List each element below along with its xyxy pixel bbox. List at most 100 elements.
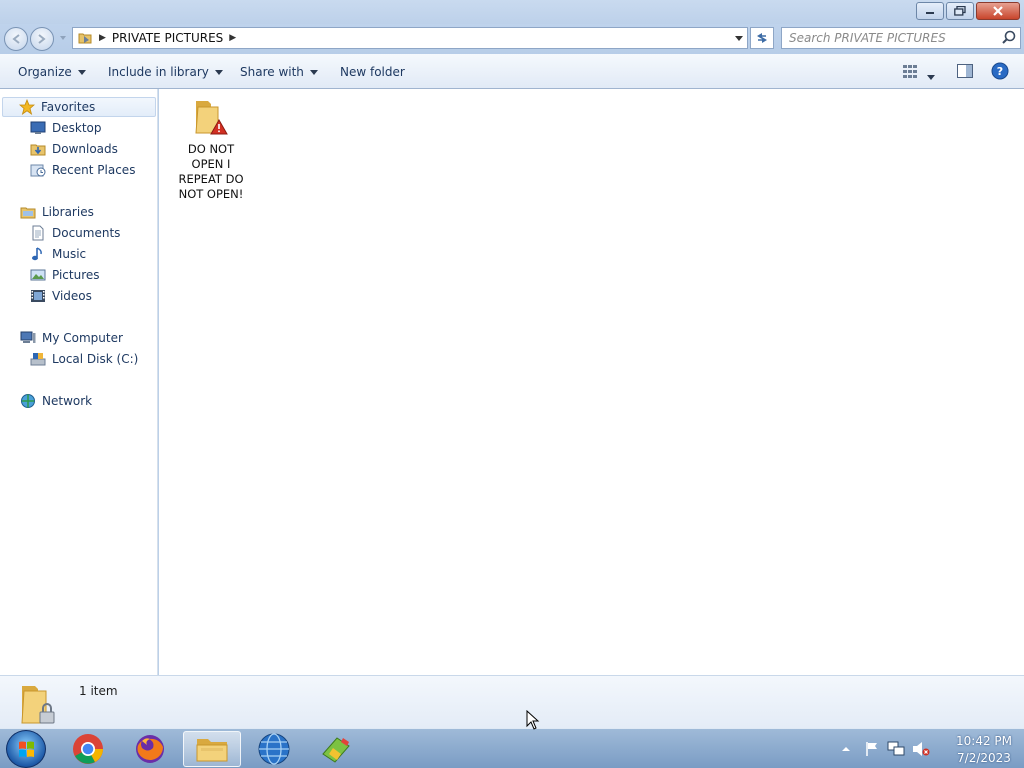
nav-libraries[interactable]: Libraries bbox=[20, 202, 94, 222]
organize-button[interactable]: Organize bbox=[18, 65, 86, 79]
breadcrumb-separator-icon[interactable]: ▶ bbox=[99, 33, 106, 43]
nav-my-computer[interactable]: My Computer bbox=[20, 328, 123, 348]
help-icon: ? bbox=[991, 62, 1009, 80]
search-box[interactable] bbox=[781, 27, 1021, 49]
windows-logo-icon bbox=[19, 741, 34, 757]
taskbar-clock[interactable]: 10:42 PM 7/2/2023 bbox=[954, 733, 1014, 767]
nav-local-disk-label: Local Disk (C:) bbox=[52, 352, 139, 366]
nav-downloads-label: Downloads bbox=[52, 142, 118, 156]
svg-text:?: ? bbox=[997, 65, 1003, 78]
nav-downloads[interactable]: Downloads bbox=[30, 139, 118, 159]
nav-documents-label: Documents bbox=[52, 226, 121, 240]
nav-favorites[interactable]: Favorites bbox=[2, 97, 156, 117]
nav-recent-places[interactable]: Recent Places bbox=[30, 160, 135, 180]
restore-button[interactable] bbox=[946, 2, 974, 20]
forward-arrow-icon bbox=[38, 34, 46, 44]
preview-pane-button[interactable] bbox=[956, 62, 974, 83]
libraries-icon bbox=[20, 204, 36, 220]
back-arrow-icon bbox=[12, 34, 20, 44]
chevron-down-icon bbox=[214, 69, 223, 75]
network-status-icon[interactable] bbox=[887, 741, 905, 757]
refresh-button[interactable] bbox=[750, 27, 774, 49]
music-icon bbox=[30, 246, 46, 262]
back-button[interactable] bbox=[4, 27, 28, 51]
action-center-flag-icon[interactable] bbox=[864, 741, 880, 757]
documents-icon bbox=[30, 225, 46, 241]
star-icon bbox=[18, 98, 36, 115]
nav-pictures[interactable]: Pictures bbox=[30, 265, 100, 285]
change-view-button[interactable] bbox=[901, 62, 919, 83]
item-count: 1 item bbox=[79, 684, 118, 698]
preview-pane-icon bbox=[957, 64, 973, 78]
desktop-icon bbox=[30, 120, 46, 136]
breadcrumb-separator-icon[interactable]: ▶ bbox=[229, 33, 236, 43]
refresh-icon bbox=[757, 33, 767, 43]
taskbar-chrome[interactable] bbox=[59, 731, 117, 767]
search-icon[interactable] bbox=[998, 28, 1020, 48]
file-list-area[interactable]: DO NOT OPEN I REPEAT DO NOT OPEN! bbox=[159, 89, 1024, 675]
minimize-icon bbox=[926, 12, 934, 14]
share-with-label: Share with bbox=[240, 65, 304, 79]
mouse-cursor-icon bbox=[526, 710, 540, 730]
nav-network[interactable]: Network bbox=[20, 391, 92, 411]
organize-label: Organize bbox=[18, 65, 72, 79]
help-button[interactable]: ? bbox=[991, 62, 1009, 83]
show-hidden-icons-icon[interactable] bbox=[839, 742, 853, 756]
globe-icon bbox=[258, 733, 290, 765]
search-input[interactable] bbox=[782, 31, 998, 45]
chevron-down-icon bbox=[927, 75, 935, 80]
caption-buttons bbox=[916, 2, 1020, 20]
share-with-button[interactable]: Share with bbox=[240, 65, 318, 79]
nav-desktop[interactable]: Desktop bbox=[30, 118, 102, 138]
nav-music[interactable]: Music bbox=[30, 244, 86, 264]
taskbar-file-explorer[interactable] bbox=[183, 731, 241, 767]
forward-button[interactable] bbox=[30, 27, 54, 51]
chevron-down-icon bbox=[77, 69, 86, 75]
taskbar-globe[interactable] bbox=[245, 731, 303, 767]
folder-name: DO NOT OPEN I REPEAT DO NOT OPEN! bbox=[178, 142, 244, 201]
nav-network-label: Network bbox=[42, 394, 93, 408]
nav-music-label: Music bbox=[52, 247, 87, 261]
close-button[interactable] bbox=[976, 2, 1020, 20]
new-folder-label: New folder bbox=[340, 65, 405, 79]
navigation-pane: Favorites Desktop Downloads Recent Place… bbox=[0, 89, 158, 675]
nav-libraries-label: Libraries bbox=[42, 205, 94, 219]
firefox-icon bbox=[136, 735, 164, 763]
include-in-library-button[interactable]: Include in library bbox=[108, 65, 223, 79]
taskbar: 10:42 PM 7/2/2023 bbox=[0, 728, 1024, 768]
clock-date: 7/2/2023 bbox=[957, 751, 1011, 765]
nav-local-disk[interactable]: Local Disk (C:) bbox=[30, 349, 138, 369]
nav-videos[interactable]: Videos bbox=[30, 286, 92, 306]
file-explorer-icon bbox=[196, 739, 228, 762]
taskbar-firefox[interactable] bbox=[121, 731, 179, 767]
nav-my-computer-label: My Computer bbox=[42, 331, 123, 345]
volume-muted-icon[interactable] bbox=[912, 741, 930, 757]
title-bar bbox=[0, 0, 1024, 24]
start-button[interactable] bbox=[6, 730, 46, 768]
folder-location-icon bbox=[78, 33, 92, 44]
view-options-dropdown[interactable] bbox=[927, 69, 935, 83]
computer-icon bbox=[20, 330, 36, 346]
chrome-icon bbox=[73, 734, 103, 764]
nav-desktop-label: Desktop bbox=[52, 121, 102, 135]
locked-folder-icon bbox=[21, 686, 55, 724]
address-dropdown-icon[interactable] bbox=[735, 36, 743, 41]
close-icon bbox=[993, 6, 1003, 16]
recent-pages-dropdown[interactable] bbox=[60, 36, 66, 40]
minimize-button[interactable] bbox=[916, 2, 944, 20]
address-bar[interactable]: ▶ PRIVATE PICTURES ▶ bbox=[72, 27, 748, 49]
command-bar: Organize Include in library Share with N… bbox=[0, 54, 1024, 89]
breadcrumb-private-pictures[interactable]: PRIVATE PICTURES bbox=[112, 31, 223, 45]
downloads-folder-icon bbox=[30, 141, 46, 157]
details-pane: 1 item bbox=[0, 675, 1024, 728]
tool-icon bbox=[322, 737, 350, 763]
include-in-library-label: Include in library bbox=[108, 65, 209, 79]
restore-icon bbox=[954, 6, 966, 16]
folder-item[interactable]: DO NOT OPEN I REPEAT DO NOT OPEN! bbox=[177, 97, 245, 202]
nav-documents[interactable]: Documents bbox=[30, 223, 120, 243]
taskbar-tool[interactable] bbox=[307, 731, 365, 767]
recent-places-icon bbox=[30, 162, 46, 178]
new-folder-button[interactable]: New folder bbox=[340, 65, 405, 79]
nav-recent-places-label: Recent Places bbox=[52, 163, 136, 177]
folder-warning-icon bbox=[195, 101, 228, 135]
